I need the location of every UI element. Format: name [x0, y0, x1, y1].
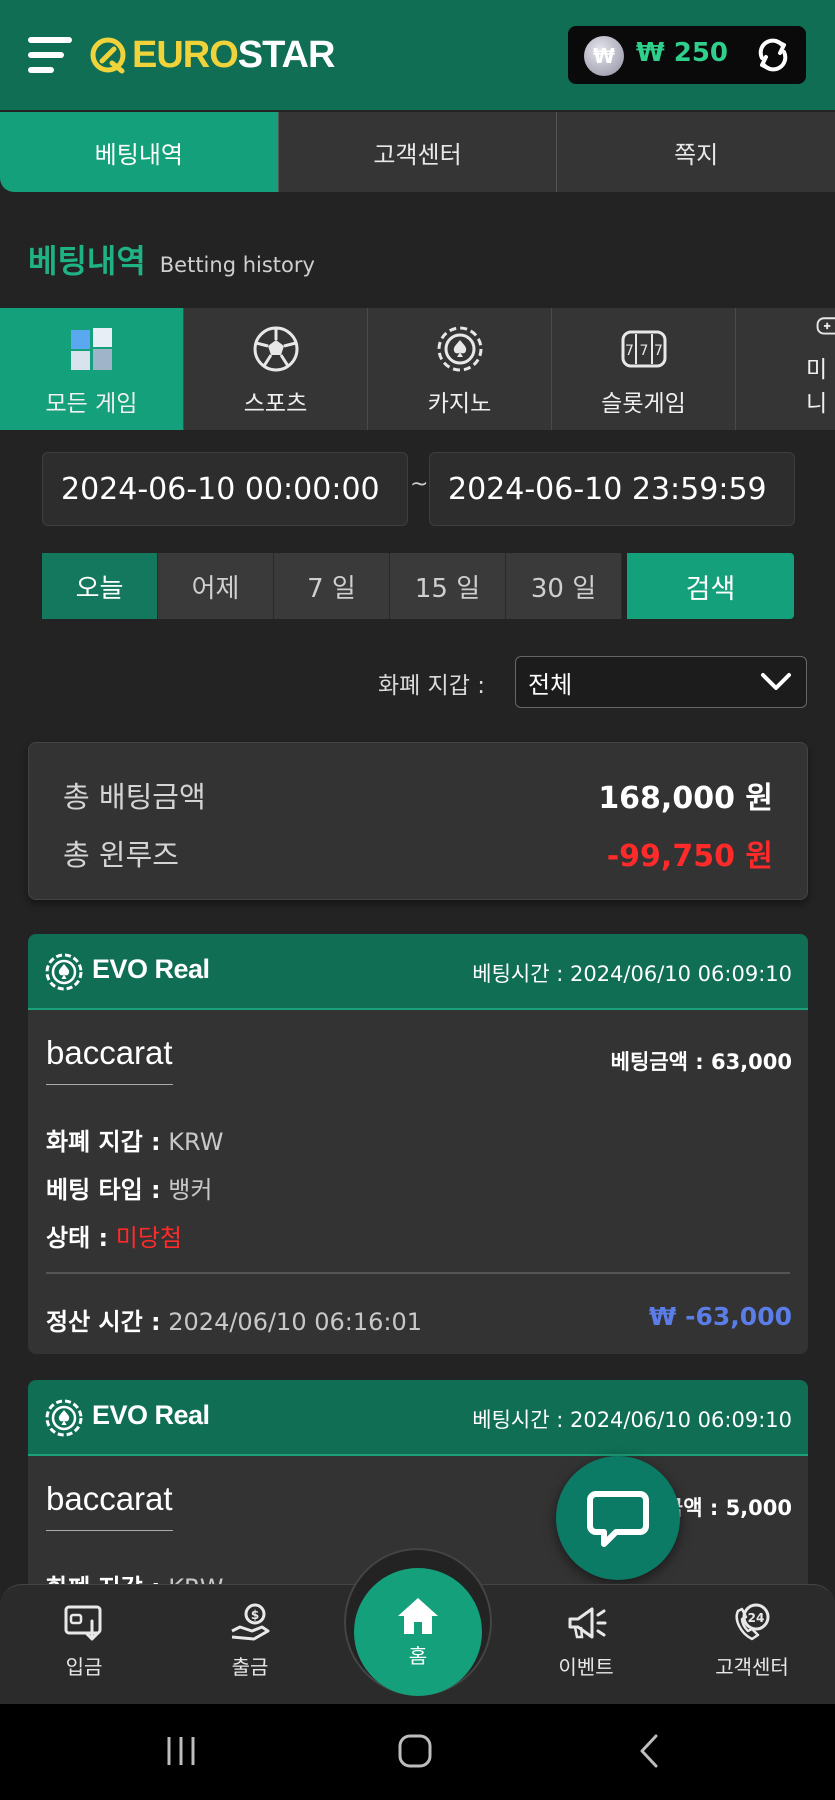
menu-icon[interactable]: [28, 33, 72, 77]
provider-name: EVO Real: [92, 954, 210, 984]
refresh-icon[interactable]: [754, 36, 792, 74]
svg-text:7: 7: [625, 343, 634, 359]
filter-today[interactable]: 오늘: [42, 553, 158, 619]
wallet-select[interactable]: 전체: [515, 656, 807, 708]
bet-card[interactable]: EVO Real 베팅시간 : 2024/06/10 06:09:10 bacc…: [28, 934, 808, 1354]
cubes-icon: [70, 328, 112, 370]
filter-15-days[interactable]: 15 일: [390, 553, 506, 619]
back-icon[interactable]: [636, 1732, 662, 1770]
bet-type-info: 베팅 타입 : 뱅커: [46, 1176, 213, 1204]
profit-amount: ₩ -63,000: [648, 1302, 792, 1331]
bet-amount: 베팅금액 : 63,000: [610, 1050, 792, 1074]
megaphone-icon: [568, 1607, 607, 1639]
logo-mark-icon: [90, 37, 126, 74]
page-title: 베팅내역 Betting history: [28, 236, 315, 282]
search-button[interactable]: 검색: [627, 553, 794, 619]
svg-text:24: 24: [748, 1611, 765, 1625]
provider-name: EVO Real: [92, 1400, 210, 1430]
deposit-icon: [64, 1605, 102, 1641]
bet-card-header: EVO Real 베팅시간 : 2024/06/10 06:09:10: [28, 1380, 808, 1456]
balance-amount: ₩ 250: [636, 38, 729, 68]
category-mini[interactable]: 미니: [736, 308, 835, 430]
settle-time-info: 정산 시간 : 2024/06/10 06:16:01: [46, 1308, 423, 1336]
filter-7-days[interactable]: 7 일: [274, 553, 390, 619]
home-system-icon[interactable]: [396, 1732, 434, 1770]
total-bet-label: 총 배팅금액: [63, 780, 206, 814]
chevron-down-icon: [761, 673, 791, 690]
category-slots[interactable]: 7 7 7 슬롯게임: [552, 308, 736, 430]
live-chat-button[interactable]: [556, 1456, 680, 1580]
filter-30-days[interactable]: 30 일: [506, 553, 622, 619]
page-title-ko: 베팅내역: [28, 242, 146, 280]
tab-customer-center[interactable]: 고객센터: [277, 112, 557, 192]
category-sports[interactable]: 스포츠: [184, 308, 368, 430]
nav-customer-center[interactable]: 24 고객센터: [692, 1601, 812, 1680]
nav-withdraw[interactable]: $ 출금: [190, 1601, 310, 1680]
filter-yesterday[interactable]: 어제: [158, 553, 274, 619]
system-nav-bar: [0, 1704, 835, 1800]
wallet-info: 화폐 지갑 : KRW: [46, 1128, 224, 1156]
category-casino[interactable]: 카지노: [368, 308, 552, 430]
status-info: 상태 : 미당첨: [46, 1224, 182, 1252]
won-coin-icon: ₩: [584, 36, 624, 76]
wallet-selected-value: 전체: [528, 670, 573, 699]
logo[interactable]: EUROSTAR: [88, 30, 335, 80]
nav-home[interactable]: 홈: [354, 1568, 482, 1696]
svg-text:7: 7: [639, 343, 648, 359]
casino-chip-icon: [45, 953, 83, 991]
withdraw-icon: $: [231, 1603, 270, 1641]
total-winloss-row: 총 윈루즈 -99,750 원: [63, 831, 773, 875]
home-icon: [398, 1597, 438, 1634]
quick-date-filters: 오늘 어제 7 일 15 일 30 일: [42, 553, 622, 619]
wallet-label: 화폐 지갑 :: [378, 673, 486, 699]
casino-chip-icon: [437, 326, 482, 372]
total-winloss-value: -99,750 원: [606, 839, 773, 874]
support-24-icon: 24: [735, 1603, 770, 1641]
tab-messages[interactable]: 쪽지: [556, 112, 835, 192]
svg-text:7: 7: [654, 343, 663, 359]
start-date-input[interactable]: 2024-06-10 00:00:00: [42, 452, 408, 526]
status-badge: 미당첨: [108, 1224, 182, 1252]
date-separator: ~: [410, 472, 429, 497]
game-name: baccarat: [46, 1034, 173, 1085]
total-bet-value: 168,000 원: [598, 781, 773, 816]
bet-time: 베팅시간 : 2024/06/10 06:09:10: [472, 1408, 792, 1432]
svg-text:$: $: [251, 1608, 259, 1622]
end-date-input[interactable]: 2024-06-10 23:59:59: [429, 452, 795, 526]
gamepad-icon: [816, 317, 835, 335]
casino-chip-icon: [45, 1399, 83, 1437]
soccer-ball-icon: [253, 326, 298, 372]
app-header: EUROSTAR ₩ ₩ 250: [0, 0, 835, 110]
category-all-games[interactable]: 모든 게임: [0, 308, 184, 430]
nav-deposit[interactable]: 입금: [24, 1601, 144, 1680]
divider: [46, 1272, 790, 1274]
logo-text: EUROSTAR: [132, 33, 335, 76]
chat-bubble-icon: [587, 1491, 649, 1547]
total-bet-row: 총 배팅금액 168,000 원: [63, 773, 773, 817]
tab-betting-history[interactable]: 베팅내역: [0, 112, 278, 192]
top-tabs: 베팅내역 고객센터 쪽지: [0, 112, 835, 192]
total-winloss-label: 총 윈루즈: [63, 838, 179, 872]
bet-card-header: EVO Real 베팅시간 : 2024/06/10 06:09:10: [28, 934, 808, 1010]
page-title-en: Betting history: [159, 253, 315, 277]
slot-machine-icon: 7 7 7: [621, 330, 666, 368]
recent-apps-icon[interactable]: [164, 1734, 198, 1768]
betting-summary: 총 배팅금액 168,000 원 총 윈루즈 -99,750 원: [28, 742, 808, 900]
nav-events[interactable]: 이벤트: [526, 1601, 646, 1680]
game-name: baccarat: [46, 1480, 173, 1531]
bet-time: 베팅시간 : 2024/06/10 06:09:10: [472, 962, 792, 986]
category-tabs: 모든 게임 스포츠 카지노 7 7 7 슬롯게임 미니: [0, 308, 835, 430]
